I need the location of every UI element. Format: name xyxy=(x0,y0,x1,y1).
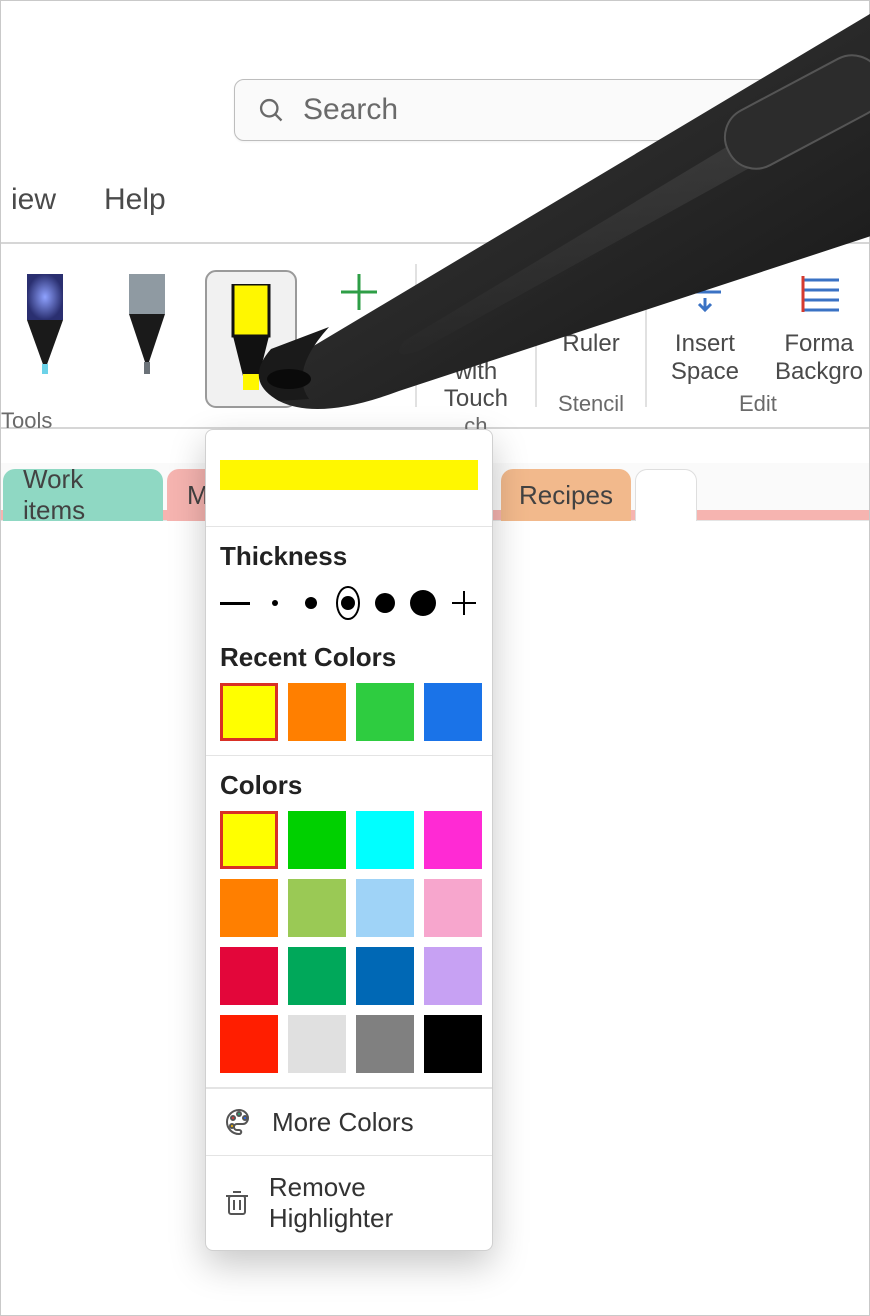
touch-icon xyxy=(446,262,506,322)
remove-highlighter-button[interactable]: Remove Highlighter xyxy=(206,1155,492,1250)
color-swatch-6[interactable] xyxy=(356,879,414,937)
color-swatch-15[interactable] xyxy=(424,1015,482,1073)
remove-highlighter-label: Remove Highlighter xyxy=(269,1172,476,1234)
color-swatch-10[interactable] xyxy=(356,947,414,1005)
plus-icon xyxy=(329,262,389,322)
ruler-icon xyxy=(561,262,621,322)
trash-icon xyxy=(222,1186,253,1220)
search-icon xyxy=(257,96,285,124)
color-swatch-8[interactable] xyxy=(220,947,278,1005)
menu-help[interactable]: Help xyxy=(98,179,172,221)
thickness-2[interactable] xyxy=(264,586,286,620)
recent-swatch-2[interactable] xyxy=(356,683,414,741)
chevron-down-icon[interactable]: ⌄ xyxy=(272,371,289,396)
draw-with-touch-button[interactable]: Draw with Touch xyxy=(423,254,530,413)
highlighter-preview xyxy=(220,460,478,490)
thickness-more[interactable] xyxy=(450,586,478,620)
color-swatch-14[interactable] xyxy=(356,1015,414,1073)
insert-space-label: Insert Space xyxy=(671,330,739,385)
chevron-down-icon: ⌄ xyxy=(376,347,391,368)
color-swatch-5[interactable] xyxy=(288,879,346,937)
thickness-3[interactable] xyxy=(300,586,322,620)
recent-swatch-3[interactable] xyxy=(424,683,482,741)
insert-space-button[interactable]: Insert Space xyxy=(653,254,757,385)
highlighter-dropdown: Thickness Recent Colors Colors More Co xyxy=(205,429,493,1251)
color-swatch-9[interactable] xyxy=(288,947,346,1005)
highlighter-tool-selected[interactable]: ⌄ xyxy=(205,270,297,408)
lines-icon xyxy=(789,262,849,322)
add-pen-button[interactable]: Add Pen ⌄ xyxy=(309,254,409,385)
search-placeholder: Search xyxy=(303,93,398,127)
color-swatch-0[interactable] xyxy=(220,811,278,869)
color-swatch-2[interactable] xyxy=(356,811,414,869)
pen-galaxy[interactable] xyxy=(1,264,89,384)
add-pen-label: Add Pen xyxy=(327,330,370,385)
group-caption-edit: Edit xyxy=(739,391,777,423)
thickness-6[interactable] xyxy=(410,586,436,620)
color-swatch-4[interactable] xyxy=(220,879,278,937)
color-swatch-1[interactable] xyxy=(288,811,346,869)
thickness-heading: Thickness xyxy=(220,541,478,572)
colors-heading: Colors xyxy=(220,770,478,801)
palette-icon xyxy=(222,1105,256,1139)
recent-colors-heading: Recent Colors xyxy=(220,642,478,673)
color-swatch-7[interactable] xyxy=(424,879,482,937)
tab-recipes[interactable]: Recipes xyxy=(501,469,631,521)
draw-touch-label: Draw with Touch xyxy=(441,330,512,413)
thickness-5[interactable] xyxy=(374,586,396,620)
format-background-button[interactable]: Forma Backgro xyxy=(757,254,863,385)
format-bg-label: Forma Backgro xyxy=(775,330,863,385)
recent-swatch-1[interactable] xyxy=(288,683,346,741)
search-box[interactable]: Search xyxy=(234,79,870,141)
more-colors-label: More Colors xyxy=(272,1107,414,1138)
ruler-button[interactable]: Ruler xyxy=(543,254,639,358)
colors-grid xyxy=(220,811,478,1073)
recent-swatch-0[interactable] xyxy=(220,683,278,741)
group-caption-tools: Tools xyxy=(1,408,52,440)
color-swatch-12[interactable] xyxy=(220,1015,278,1073)
thickness-1[interactable] xyxy=(220,586,250,620)
more-colors-button[interactable]: More Colors xyxy=(206,1088,492,1155)
thickness-4-selected[interactable] xyxy=(336,586,360,620)
ruler-label: Ruler xyxy=(562,330,619,358)
color-swatch-13[interactable] xyxy=(288,1015,346,1073)
thickness-options xyxy=(220,582,478,620)
group-caption-stencil: Stencil xyxy=(558,391,624,423)
tab-work-items[interactable]: Work items xyxy=(3,469,163,521)
pencil-tool[interactable] xyxy=(103,264,191,384)
color-swatch-3[interactable] xyxy=(424,811,482,869)
ribbon: ⌄ Tools Add Pen ⌄ xyxy=(1,242,869,429)
color-swatch-11[interactable] xyxy=(424,947,482,1005)
menubar: iew Help xyxy=(1,173,869,227)
insert-space-icon xyxy=(675,262,735,322)
tab-add[interactable] xyxy=(635,469,697,521)
recent-colors-grid xyxy=(220,683,478,741)
menu-view[interactable]: iew xyxy=(5,179,62,221)
